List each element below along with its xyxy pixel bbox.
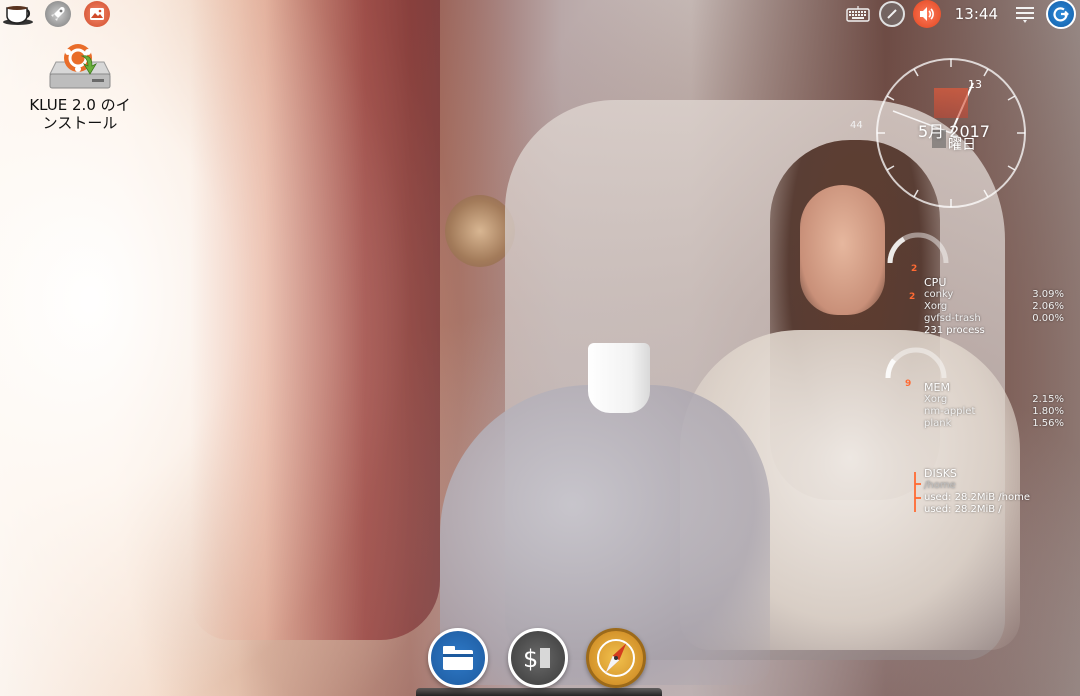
- cpu-process-name: conky: [924, 289, 954, 300]
- coffee-icon[interactable]: [2, 1, 38, 27]
- cpu-mark-2: 2: [909, 292, 916, 302]
- session-power-icon[interactable]: [1046, 0, 1076, 29]
- clock-seconds: 44: [850, 120, 863, 131]
- file-manager-icon: [443, 646, 473, 670]
- mem-process-row: plank 1.56%: [924, 418, 1064, 430]
- volume-icon[interactable]: [912, 0, 941, 28]
- mem-process-value: 2.15%: [1032, 394, 1064, 405]
- cpu-process-value: 0.00%: [1032, 313, 1064, 324]
- disks-title: DISKS: [924, 467, 957, 480]
- mem-process-value: 1.80%: [1032, 406, 1064, 417]
- keyboard-icon[interactable]: [845, 4, 871, 24]
- network-icon[interactable]: [878, 1, 905, 27]
- wallpaper-mug: [588, 343, 650, 413]
- disks-panel: DISKS /home used: 28.2MiB /home used: 28…: [924, 467, 1030, 516]
- mem-process-name: plank: [924, 418, 952, 429]
- mem-process-row: Xorg 2.15%: [924, 394, 1064, 406]
- image-viewer-icon[interactable]: [84, 1, 110, 27]
- mem-process-name: nm-applet: [924, 406, 976, 417]
- cpu-process-row: gvfsd-trash 0.00%: [924, 313, 1064, 325]
- dock: $: [416, 620, 662, 696]
- wallpaper-tieback: [445, 195, 515, 267]
- cpu-process-name: gvfsd-trash: [924, 313, 981, 324]
- clock-weekday: 曜日: [948, 137, 976, 153]
- rocket-icon[interactable]: [45, 1, 71, 27]
- ubuntu-installer-icon: [49, 44, 111, 89]
- dock-item-terminal[interactable]: $: [508, 628, 568, 688]
- terminal-icon: $: [523, 645, 550, 673]
- compass-browser-icon: [597, 639, 635, 677]
- mem-title: MEM: [924, 381, 950, 394]
- system-tray: 13:44: [845, 0, 1080, 29]
- disks-usage-row: used: 28.2MiB /: [924, 504, 1002, 515]
- cpu-process-value: 3.09%: [1032, 289, 1064, 300]
- cpu-mark-1: 2: [911, 264, 918, 274]
- mem-panel: MEM Xorg 2.15% nm-applet 1.80% plank 1.5…: [924, 381, 1064, 430]
- panel-clock[interactable]: 13:44: [949, 5, 1004, 23]
- top-panel: 13:44: [0, 0, 1080, 29]
- cpu-process-row: Xorg 2.06%: [924, 301, 1064, 313]
- cpu-process-row: conky 3.09%: [924, 289, 1064, 301]
- cpu-process-name: Xorg: [924, 301, 948, 312]
- disks-subtitle: /home: [924, 480, 956, 491]
- desktop: 13:44 KLUE 2.0 のイ ンストール 13 44 5月 2017 曜日…: [0, 0, 1080, 696]
- clock-minutes: 13: [968, 78, 982, 91]
- svg-text:$: $: [523, 645, 538, 673]
- disks-ring: [914, 472, 921, 512]
- cpu-title: CPU: [924, 276, 947, 289]
- wallpaper-curtain: [190, 0, 440, 640]
- notifications-menu-icon[interactable]: [1012, 2, 1038, 26]
- cpu-process-value: 2.06%: [1032, 301, 1064, 312]
- mem-mark: 9: [905, 379, 912, 389]
- mem-process-value: 1.56%: [1032, 418, 1064, 429]
- cpu-panel: CPU conky 3.09% Xorg 2.06% gvfsd-trash 0…: [924, 276, 1064, 337]
- dock-item-files[interactable]: [428, 628, 488, 688]
- mem-process-row: nm-applet 1.80%: [924, 406, 1064, 418]
- cpu-process-count: 231 process: [924, 325, 985, 336]
- disks-usage-row: used: 28.2MiB /home: [924, 492, 1031, 503]
- installer-label: KLUE 2.0 のイ ンストール: [29, 96, 131, 132]
- clock-hour-indicator: [934, 88, 968, 118]
- dock-item-web-browser[interactable]: [586, 628, 646, 688]
- mem-process-name: Xorg: [924, 394, 948, 405]
- dock-shelf: [416, 688, 662, 696]
- desktop-icon-installer[interactable]: KLUE 2.0 のイ ンストール: [10, 40, 150, 132]
